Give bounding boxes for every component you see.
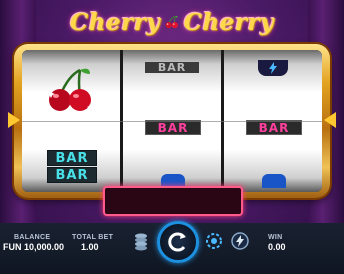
bar-symbol-top: BAR [145, 61, 199, 74]
balance-label: BALANCE [14, 234, 51, 241]
total-bet-label: TOTAL BET [72, 234, 114, 241]
balance-value: FUN 10,000.00 [3, 242, 65, 252]
cherry-symbol-icon [47, 68, 93, 111]
autoplay-icon[interactable] [204, 231, 224, 251]
turbo-icon[interactable] [230, 231, 250, 251]
win-value: 0.00 [268, 242, 286, 252]
lightning-icon [269, 62, 277, 74]
bar-symbol-middle: BAR [246, 120, 302, 135]
game-stage: Cherry Cherry BAR BAR BAR BAR BAR BALANC… [0, 0, 344, 274]
total-bet-value: 1.00 [81, 242, 99, 252]
bar-symbol-middle: BAR [145, 120, 201, 135]
game-title: Cherry Cherry [70, 4, 274, 40]
title-word-left: Cherry [70, 8, 161, 36]
title-word-right: Cherry [183, 8, 274, 36]
spin-button[interactable] [157, 221, 199, 263]
payline [22, 121, 322, 122]
payline-left-arrow-icon [8, 112, 20, 128]
spin-arrow-icon [168, 232, 186, 252]
reel-window: BAR BAR BAR BAR BAR [22, 50, 322, 192]
cherry-logo-icon [165, 15, 179, 29]
coin-stack-icon[interactable] [134, 232, 148, 252]
win-label: WIN [268, 234, 283, 241]
partial-symbol [262, 174, 286, 188]
bar-symbol-bottom: BAR [47, 167, 97, 183]
bar-symbol-top: BAR [47, 150, 97, 166]
payline-right-arrow-icon [324, 112, 336, 128]
message-box [103, 186, 243, 216]
partial-symbol [258, 60, 288, 76]
reel-frame: BAR BAR BAR BAR BAR [14, 44, 330, 198]
